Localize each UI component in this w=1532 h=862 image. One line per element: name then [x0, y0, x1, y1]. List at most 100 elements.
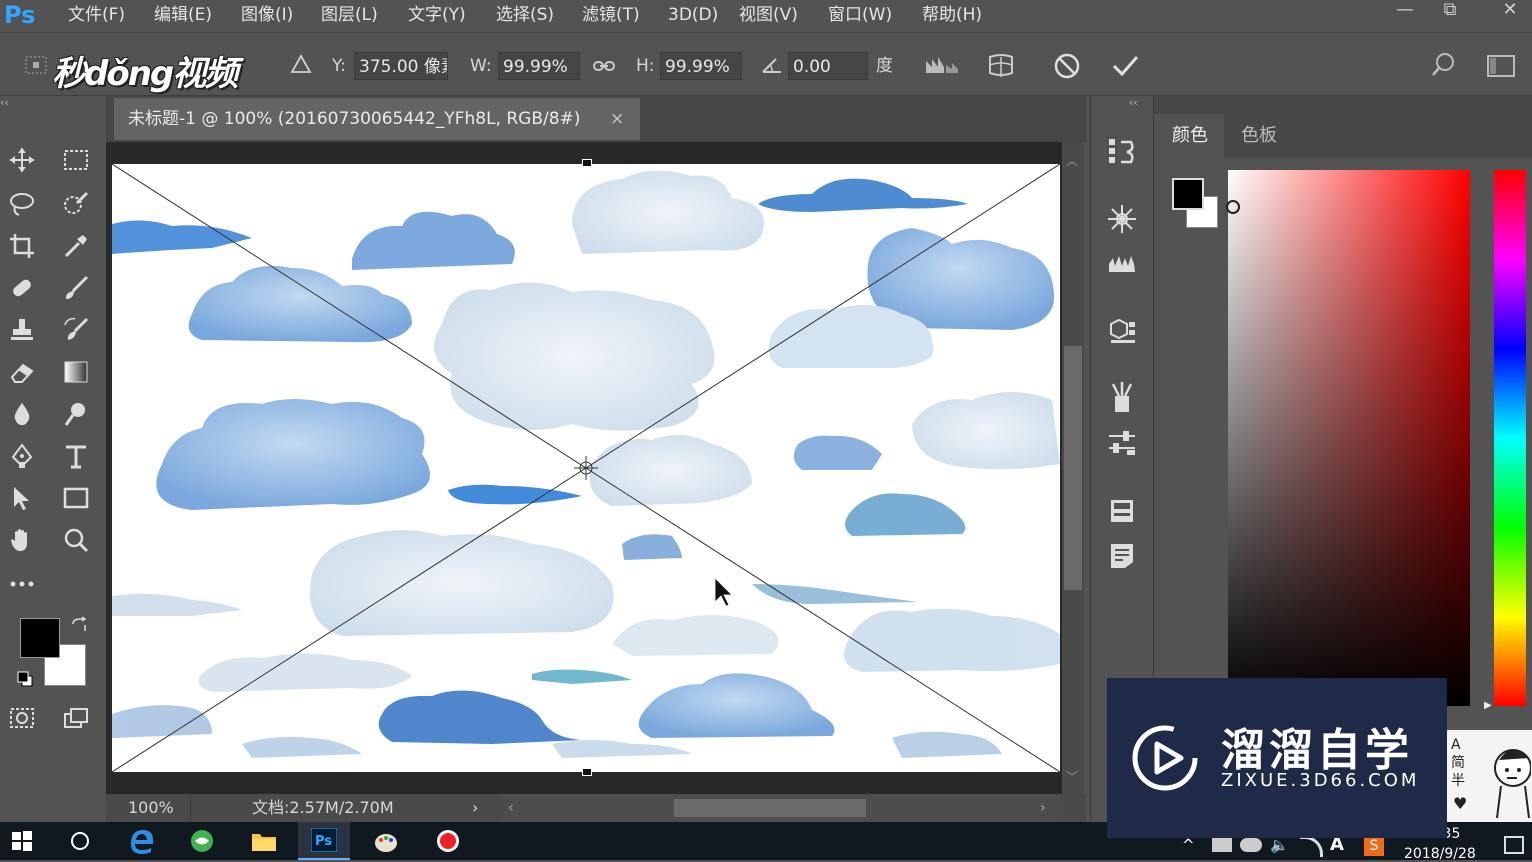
transform-handle-top[interactable]: [582, 159, 592, 167]
menu-image[interactable]: 图像(I): [241, 0, 293, 32]
collapse-toolbar-icon[interactable]: ‹‹: [0, 96, 20, 110]
history-brush-tool-icon[interactable]: [56, 312, 96, 348]
warp-icon[interactable]: [986, 51, 1016, 81]
scroll-right-icon[interactable]: ›: [1040, 794, 1046, 822]
screen-recorder-icon[interactable]: [426, 822, 470, 860]
edge-browser-icon[interactable]: [120, 822, 164, 860]
color-field[interactable]: [1228, 170, 1470, 706]
menu-type[interactable]: 文字(Y): [408, 0, 466, 32]
action-center-icon[interactable]: [1504, 836, 1524, 854]
brush-settings-icon[interactable]: [1107, 252, 1137, 274]
brush-tool-icon[interactable]: [56, 270, 96, 306]
gradient-tool-icon[interactable]: [56, 354, 96, 390]
properties-panel-icon[interactable]: [1109, 498, 1135, 524]
type-tool-icon[interactable]: [56, 438, 96, 474]
foreground-color-chip[interactable]: [1172, 178, 1204, 210]
brush-presets-icon[interactable]: [1107, 204, 1137, 234]
close-window-button[interactable]: ✕: [1490, 0, 1530, 24]
document-tab[interactable]: 未标题-1 @ 100% (20160730065442_YFh8L, RGB/…: [114, 98, 640, 140]
more-tools-icon[interactable]: [2, 566, 42, 602]
vertical-scroll-thumb[interactable]: [1064, 346, 1082, 590]
collapse-dock-icon[interactable]: ‹‹: [1129, 96, 1138, 109]
status-menu-arrow[interactable]: ›: [472, 794, 478, 822]
delta-icon[interactable]: [290, 53, 312, 75]
commit-transform-icon[interactable]: [1110, 51, 1140, 81]
transform-handle-bottom[interactable]: [582, 768, 592, 776]
quick-mask-icon[interactable]: [2, 700, 42, 736]
scroll-up-icon[interactable]: ︿: [1066, 152, 1078, 169]
eraser-tool-icon[interactable]: [2, 354, 42, 390]
search-icon[interactable]: [1430, 51, 1458, 79]
tab-swatches[interactable]: 色板: [1224, 114, 1294, 158]
color-picker-cursor[interactable]: [1226, 200, 1240, 214]
browser-360-icon[interactable]: [180, 822, 224, 860]
menu-help[interactable]: 帮助(H): [922, 0, 982, 32]
menu-3d[interactable]: 3D(D): [668, 0, 718, 32]
interpolation-icon[interactable]: [924, 53, 960, 77]
link-icon[interactable]: [592, 57, 616, 75]
hue-slider-handle[interactable]: ▶: [1484, 700, 1492, 711]
angle-field[interactable]: 0.00: [788, 52, 868, 80]
zoom-tool-icon[interactable]: [56, 522, 96, 558]
eyedropper-tool-icon[interactable]: [56, 228, 96, 264]
horizontal-scroll-thumb[interactable]: [674, 799, 866, 817]
document-canvas[interactable]: [112, 164, 1060, 772]
cancel-transform-icon[interactable]: [1052, 51, 1082, 81]
hue-slider[interactable]: [1494, 170, 1526, 706]
cloud-tray-icon[interactable]: [1240, 838, 1262, 852]
menu-layer[interactable]: 图层(L): [321, 0, 378, 32]
y-field[interactable]: 375.00 像素: [354, 52, 448, 80]
sogou-ime-icon[interactable]: S: [1364, 836, 1384, 856]
paint-app-icon[interactable]: [364, 822, 408, 860]
cortana-search-icon[interactable]: [58, 822, 102, 860]
3d-panel-icon[interactable]: [1107, 316, 1137, 346]
dodge-tool-icon[interactable]: [56, 396, 96, 432]
tool-presets-icon[interactable]: [1107, 382, 1137, 414]
blur-tool-icon[interactable]: [2, 396, 42, 432]
notes-panel-icon[interactable]: [1109, 542, 1135, 570]
close-document-button[interactable]: ×: [610, 98, 624, 140]
scroll-left-icon[interactable]: ‹: [508, 794, 514, 822]
marquee-tool-icon[interactable]: [56, 142, 96, 178]
screen-mode-icon[interactable]: [56, 700, 96, 736]
battery-tray-icon[interactable]: [1212, 838, 1232, 852]
restore-button[interactable]: ⧉: [1430, 0, 1470, 24]
lasso-tool-icon[interactable]: [2, 186, 42, 222]
windows-start-icon[interactable]: [0, 822, 44, 860]
zoom-level[interactable]: 100%: [106, 794, 191, 822]
workspace-icon[interactable]: [1486, 53, 1516, 79]
menu-file[interactable]: 文件(F): [68, 0, 125, 32]
path-selection-tool-icon[interactable]: [2, 480, 42, 516]
adjustments-icon[interactable]: [1107, 430, 1137, 456]
menu-filter[interactable]: 滤镜(T): [582, 0, 640, 32]
file-explorer-icon[interactable]: [242, 822, 286, 860]
volume-tray-icon[interactable]: 🔈: [1270, 836, 1289, 854]
menu-view[interactable]: 视图(V): [739, 0, 798, 32]
history-panel-icon[interactable]: [1107, 136, 1137, 166]
scroll-down-icon[interactable]: ﹀: [1066, 768, 1078, 785]
reference-point-icon[interactable]: [24, 55, 48, 75]
tab-color[interactable]: 颜色: [1156, 114, 1224, 158]
healing-brush-tool-icon[interactable]: [2, 270, 42, 306]
hand-tool-icon[interactable]: [2, 522, 42, 558]
menu-edit[interactable]: 编辑(E): [154, 0, 212, 32]
pen-tool-icon[interactable]: [2, 438, 42, 474]
tray-expand-icon[interactable]: ^: [1182, 836, 1195, 854]
photoshop-taskbar-icon[interactable]: Ps: [298, 822, 350, 860]
vertical-scrollbar[interactable]: ︿ ﹀: [1062, 142, 1084, 794]
h-field[interactable]: 99.99%: [660, 52, 742, 80]
default-colors-icon[interactable]: [16, 670, 34, 688]
clone-stamp-tool-icon[interactable]: [2, 312, 42, 348]
quick-selection-tool-icon[interactable]: [56, 186, 96, 222]
minimize-button[interactable]: —: [1385, 0, 1425, 24]
menu-window[interactable]: 窗口(W): [828, 0, 892, 32]
menu-select[interactable]: 选择(S): [496, 0, 554, 32]
move-tool-icon[interactable]: [2, 142, 42, 178]
swap-colors-icon[interactable]: [70, 616, 88, 634]
document-info[interactable]: 文档:2.57M/2.70M: [252, 794, 394, 822]
photoshop-logo[interactable]: Ps: [4, 0, 46, 32]
foreground-color-swatch[interactable]: [20, 618, 60, 658]
horizontal-scrollbar[interactable]: ‹ ›: [502, 794, 1062, 822]
w-field[interactable]: 99.99%: [498, 52, 580, 80]
rectangle-tool-icon[interactable]: [56, 480, 96, 516]
